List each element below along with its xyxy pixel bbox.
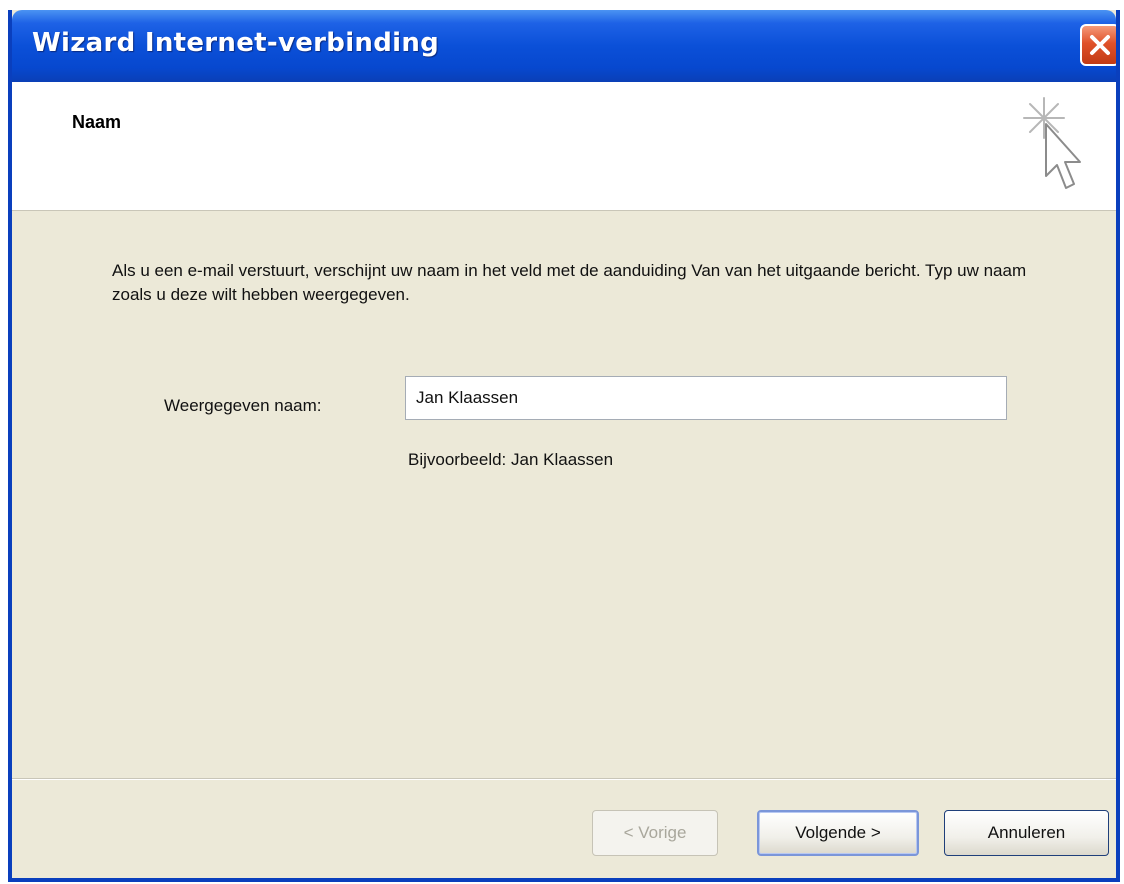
wizard-header: Naam [12, 82, 1116, 211]
close-button[interactable] [1080, 24, 1116, 66]
footer-separator [12, 778, 1116, 780]
wizard-window: Wizard Internet-verbinding Naam Als u ee… [8, 10, 1120, 882]
cancel-button[interactable]: Annuleren [944, 810, 1109, 856]
next-button[interactable]: Volgende > [757, 810, 919, 856]
intro-text: Als u een e-mail verstuurt, verschijnt u… [112, 261, 1027, 304]
back-button[interactable]: < Vorige [592, 810, 718, 856]
title-bar[interactable]: Wizard Internet-verbinding [12, 10, 1116, 82]
display-name-label: Weergegeven naam: [164, 396, 322, 415]
close-icon [1090, 35, 1110, 55]
wizard-cursor-icon [1023, 97, 1081, 189]
display-name-input[interactable] [405, 376, 1007, 420]
window-title: Wizard Internet-verbinding [32, 28, 440, 58]
example-text: Bijvoorbeeld: Jan Klaassen [408, 450, 614, 469]
page-title: Naam [72, 112, 122, 132]
